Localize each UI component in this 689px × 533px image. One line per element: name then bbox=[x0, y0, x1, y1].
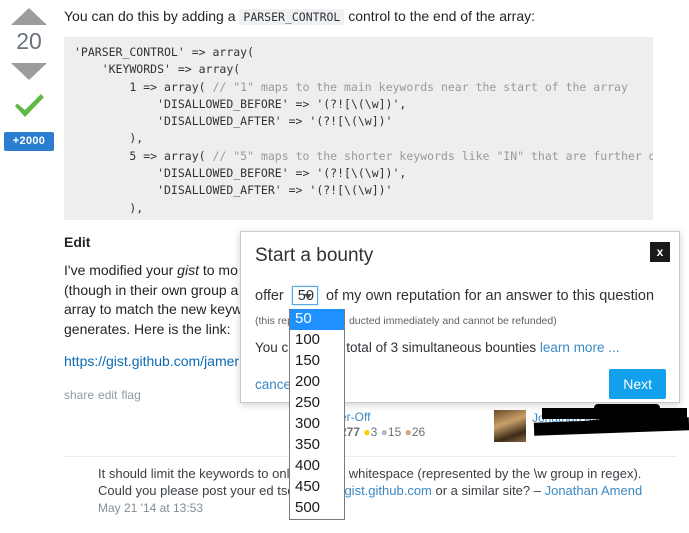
user-cards: mer-Off 4,277 ●3 ●15 ●26 Jonathan Amend bbox=[64, 404, 689, 454]
close-icon[interactable]: x bbox=[650, 242, 670, 262]
bounty-amount-select[interactable]: 50 bbox=[291, 286, 318, 306]
bounty-option-450[interactable]: 450 bbox=[290, 477, 344, 498]
edit-line1-a: I've modified your bbox=[64, 262, 178, 278]
learn-more-link[interactable]: learn more ... bbox=[540, 340, 620, 355]
upvote-arrow-icon[interactable] bbox=[11, 8, 47, 25]
comment-text-d: or a similar site? – bbox=[431, 483, 545, 498]
fine-print-a: (this rep bbox=[255, 315, 293, 327]
edit-line4: generates. Here is the link: bbox=[64, 320, 231, 337]
share-link[interactable]: share bbox=[64, 388, 94, 402]
bounty-option-100[interactable]: 100 bbox=[290, 330, 344, 351]
edit-line2: (though in their own group a bbox=[64, 281, 239, 298]
edit-link[interactable]: edit bbox=[98, 388, 117, 402]
silver-badge-count: 15 bbox=[387, 425, 402, 439]
avatar[interactable] bbox=[494, 410, 526, 442]
comment-text-a: It should limit the keywords to only t bbox=[98, 466, 304, 481]
fine-print-b: ducted immediately and cannot be refunde… bbox=[348, 315, 557, 327]
comment-date: May 21 '14 at 13:53 bbox=[98, 501, 204, 515]
simnote-a: You c bbox=[255, 340, 289, 355]
bounty-amount-select-wrapper: 50 bbox=[291, 286, 318, 306]
bounty-amount-option-list[interactable]: 50 100 150 200 250 300 350 400 450 500 bbox=[289, 309, 345, 520]
silver-badge-icon: ● bbox=[380, 425, 388, 439]
offer-row: offer 50 of my own reputation for an ans… bbox=[255, 286, 655, 306]
gold-badge-count: 3 bbox=[370, 425, 378, 439]
stackexchange-answer-page: 20 +2000 You can do this by adding a PAR… bbox=[0, 0, 689, 533]
comments-section: It should limit the keywords to only tos… bbox=[64, 456, 689, 517]
bronze-badge-count: 26 bbox=[411, 425, 426, 439]
code-block: 'PARSER_CONTROL' => array( 'KEYWORDS' =>… bbox=[64, 37, 653, 220]
downvote-arrow-icon[interactable] bbox=[11, 63, 47, 80]
comment-gist-link[interactable]: gist.github.com bbox=[344, 483, 431, 498]
flag-link[interactable]: flag bbox=[121, 388, 140, 402]
bounty-option-350[interactable]: 350 bbox=[290, 435, 344, 456]
next-button[interactable]: Next bbox=[609, 369, 666, 399]
offer-suffix-label: of my own reputation for an answer to th… bbox=[325, 288, 655, 304]
bounty-option-250[interactable]: 250 bbox=[290, 393, 344, 414]
author-user-card: Jonathan Amend bbox=[494, 404, 689, 448]
intro-paragraph: You can do this by adding a PARSER_CONTR… bbox=[64, 7, 689, 27]
intro-text-before: You can do this by adding a bbox=[64, 8, 240, 24]
offer-prefix-label: offer bbox=[255, 288, 284, 304]
comment-author-link[interactable]: Jonathan Amend bbox=[545, 483, 643, 498]
bounty-option-200[interactable]: 200 bbox=[290, 372, 344, 393]
vote-column: 20 +2000 bbox=[0, 0, 58, 533]
edit-line3: array to match the new keyw bbox=[64, 301, 243, 317]
bronze-badge-icon: ● bbox=[404, 425, 412, 439]
edit-line1-emphasis: gist bbox=[177, 262, 199, 278]
chevron-down-icon bbox=[303, 294, 312, 300]
gold-badge-icon: ● bbox=[363, 425, 371, 439]
simnote-b: total of 3 simultaneous bounties bbox=[346, 340, 540, 355]
bounty-option-500[interactable]: 500 bbox=[290, 498, 344, 519]
edit-line1-b: to mo bbox=[198, 262, 238, 278]
bounty-award-badge: +2000 bbox=[3, 132, 55, 151]
comment-item: It should limit the keywords to only tos… bbox=[64, 457, 664, 517]
vote-count: 20 bbox=[16, 28, 42, 54]
inline-code-parser-control: PARSER_CONTROL bbox=[239, 9, 345, 25]
redaction-mark bbox=[594, 404, 660, 413]
option-list-items: 50 100 150 200 250 300 350 400 450 500 bbox=[290, 309, 344, 519]
dialog-title: Start a bounty bbox=[255, 245, 374, 266]
accepted-answer-checkmark-icon[interactable] bbox=[0, 92, 58, 122]
bounty-option-50[interactable]: 50 bbox=[290, 309, 344, 330]
gist-url-link[interactable]: https://gist.github.com/jamer bbox=[64, 353, 239, 369]
bounty-option-300[interactable]: 300 bbox=[290, 414, 344, 435]
bounty-option-400[interactable]: 400 bbox=[290, 456, 344, 477]
bounty-option-150[interactable]: 150 bbox=[290, 351, 344, 372]
intro-text-after: control to the end of the array: bbox=[344, 8, 536, 24]
